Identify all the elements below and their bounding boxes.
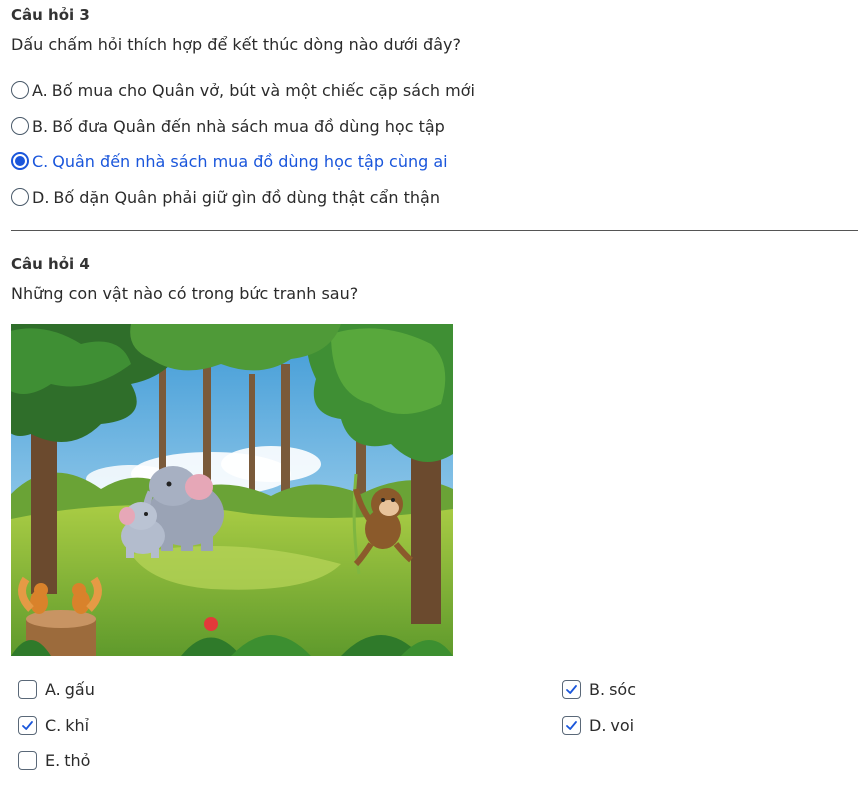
option-letter: C.	[32, 151, 49, 171]
question-4-text: Những con vật nào có trong bức tranh sau…	[11, 284, 359, 303]
option-label: khỉ	[65, 715, 90, 735]
q4-option-c[interactable]: C. khỉ	[18, 713, 89, 737]
question-3-title: Câu hỏi 3	[11, 6, 90, 24]
question-4-title: Câu hỏi 4	[11, 255, 90, 273]
q3-option-a[interactable]: A. Bố mua cho Quân vở, bút và một chiếc …	[11, 78, 475, 102]
option-letter: B.	[32, 116, 49, 136]
option-label: Quân đến nhà sách mua đồ dùng học tập cù…	[52, 151, 448, 171]
q3-option-d[interactable]: D. Bố dặn Quân phải giữ gìn đồ dùng thật…	[11, 185, 440, 209]
q4-option-d[interactable]: D. voi	[562, 713, 634, 737]
checkbox[interactable]	[18, 715, 37, 735]
option-letter: A.	[45, 679, 61, 699]
option-label: gấu	[64, 679, 95, 699]
option-letter: A.	[32, 80, 48, 100]
option-label: Bố đưa Quân đến nhà sách mua đồ dùng học…	[52, 116, 445, 136]
option-label: thỏ	[64, 750, 91, 770]
check-icon	[566, 720, 577, 730]
option-label: voi	[610, 715, 635, 735]
option-letter: D.	[32, 187, 50, 207]
q4-option-b[interactable]: B. sóc	[562, 677, 636, 701]
option-letter: D.	[589, 715, 607, 735]
check-icon	[22, 720, 33, 730]
checkbox[interactable]	[18, 750, 37, 770]
question-3-text: Dấu chấm hỏi thích hợp để kết thúc dòng …	[11, 35, 461, 54]
radio-button[interactable]	[11, 188, 29, 206]
radio-button[interactable]	[11, 117, 29, 135]
q4-option-a[interactable]: A. gấu	[18, 677, 95, 701]
q4-option-e[interactable]: E. thỏ	[18, 748, 90, 772]
forest-animals-illustration	[11, 324, 453, 656]
option-label: Bố mua cho Quân vở, bút và một chiếc cặp…	[51, 80, 475, 100]
radio-button[interactable]	[11, 152, 29, 170]
option-label: Bố dặn Quân phải giữ gìn đồ dùng thật cẩ…	[53, 187, 440, 207]
checkbox[interactable]	[562, 679, 581, 699]
option-letter: E.	[45, 750, 61, 770]
option-letter: B.	[589, 679, 606, 699]
option-letter: C.	[45, 715, 62, 735]
radio-button[interactable]	[11, 81, 29, 99]
check-icon	[566, 684, 577, 694]
checkbox[interactable]	[18, 679, 37, 699]
q3-option-c[interactable]: C. Quân đến nhà sách mua đồ dùng học tập…	[11, 149, 448, 173]
question-divider	[11, 230, 858, 231]
checkbox[interactable]	[562, 715, 581, 735]
q3-option-b[interactable]: B. Bố đưa Quân đến nhà sách mua đồ dùng …	[11, 114, 445, 138]
option-label: sóc	[609, 679, 636, 699]
